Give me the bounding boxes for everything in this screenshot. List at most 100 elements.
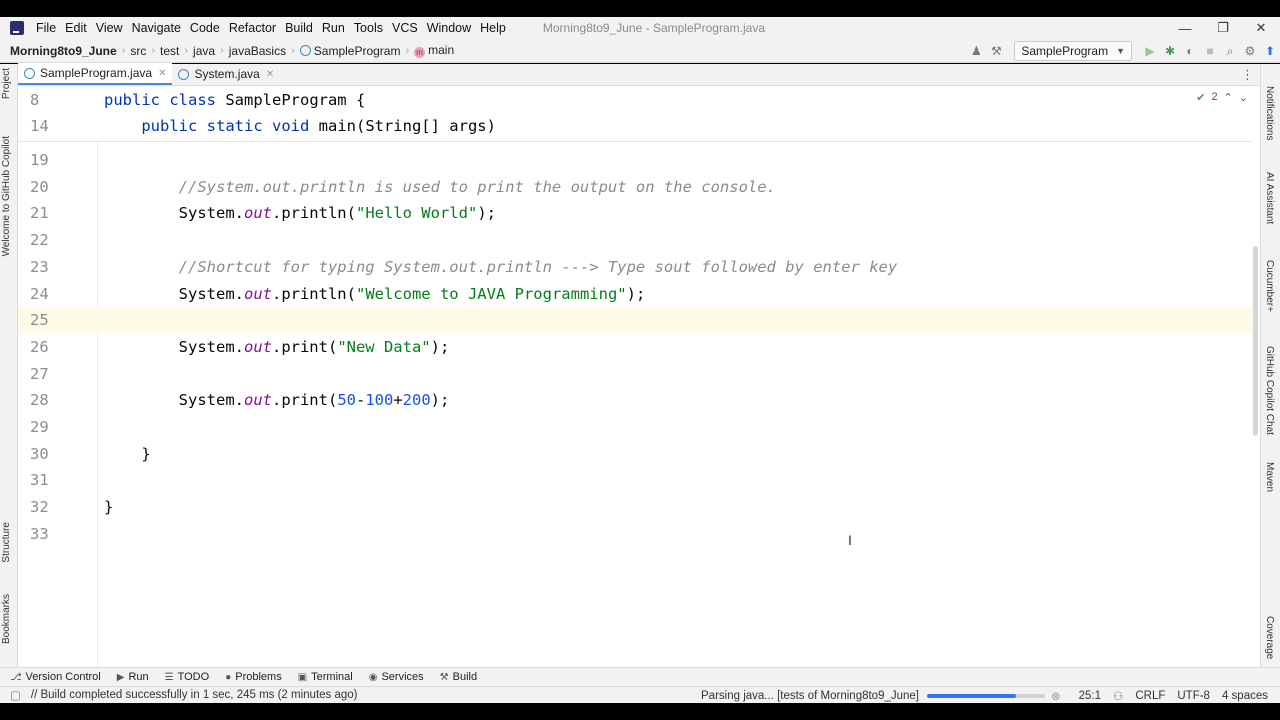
- tool-version-control[interactable]: ⎇ Version Control: [10, 671, 101, 683]
- line-number: 30: [30, 444, 49, 463]
- run-configuration-label: SampleProgram: [1021, 44, 1109, 58]
- update-icon[interactable]: ⬆: [1260, 44, 1280, 58]
- breadcrumb-test[interactable]: test: [160, 44, 179, 58]
- tab-sampleprogram[interactable]: SampleProgram.java ✕: [18, 63, 173, 85]
- tool-notifications[interactable]: Notifications: [1264, 86, 1275, 140]
- hammer-build-icon[interactable]: ⚒: [986, 44, 1006, 58]
- status-message[interactable]: // Build completed successfully in 1 sec…: [31, 689, 358, 701]
- code-token: public: [104, 91, 170, 109]
- tool-todo[interactable]: ☰ TODO: [165, 671, 210, 683]
- ide-window: File Edit View Navigate Code Refactor Bu…: [0, 0, 1280, 720]
- chevron-up-icon[interactable]: ⌃: [1224, 91, 1233, 104]
- code-editor[interactable]: 8 public class SampleProgram { 14 public s…: [18, 86, 1260, 667]
- debug-icon[interactable]: ✱: [1160, 44, 1180, 58]
- code-text: }: [104, 441, 150, 467]
- code-token: //System.out.println is used to print th…: [178, 177, 776, 196]
- chevron-down-icon[interactable]: ⌄: [1239, 91, 1248, 104]
- code-line: 8 public class SampleProgram {: [18, 87, 1253, 113]
- code-token: static: [206, 117, 272, 135]
- vertical-scrollbar[interactable]: [1253, 246, 1258, 436]
- tool-build[interactable]: ⚒ Build: [440, 671, 477, 683]
- tool-terminal[interactable]: ▣ Terminal: [298, 671, 353, 683]
- restore-button[interactable]: ❐: [1204, 17, 1242, 39]
- close-icon[interactable]: ✕: [158, 68, 166, 79]
- code-token: out: [243, 391, 272, 410]
- indent-setting[interactable]: 4 spaces: [1222, 690, 1268, 702]
- tool-services[interactable]: ◉ Services: [369, 671, 424, 683]
- line-number: 14: [30, 117, 49, 135]
- tool-run[interactable]: ▶ Run: [117, 671, 149, 683]
- menu-help[interactable]: Help: [480, 21, 506, 35]
- file-encoding[interactable]: UTF-8: [1177, 690, 1210, 702]
- problems-icon: ●: [225, 671, 232, 683]
- breadcrumb-src[interactable]: src: [130, 44, 146, 58]
- git-icon[interactable]: ⚇: [1113, 689, 1123, 703]
- code-token: out: [243, 337, 272, 356]
- menu-window[interactable]: Window: [427, 21, 471, 35]
- menu-build[interactable]: Build: [285, 21, 313, 35]
- code-token: .println(: [271, 204, 356, 223]
- code-line: 27: [18, 361, 1253, 387]
- left-tool-strip: Project Welcome to GitHub Copilot Struct…: [0, 64, 18, 667]
- tool-label: Run: [128, 671, 149, 683]
- caret-position[interactable]: 25:1: [1079, 690, 1101, 702]
- tool-maven[interactable]: Maven: [1264, 462, 1275, 492]
- tool-github-copilot-welcome[interactable]: Welcome to GitHub Copilot: [1, 136, 12, 256]
- code-token: +: [393, 391, 403, 410]
- stop-icon[interactable]: ■: [1200, 44, 1220, 58]
- bottom-tool-bar: ⎇ Version Control ▶ Run ☰ TODO ● Problems ▣ T…: [0, 667, 1280, 686]
- breadcrumb-method-label: main: [428, 43, 455, 57]
- breadcrumb-javabasics[interactable]: javaBasics: [229, 44, 286, 58]
- menu-run[interactable]: Run: [322, 21, 345, 35]
- breadcrumb-project[interactable]: Morning8to9_June: [10, 44, 117, 58]
- tool-structure[interactable]: Structure: [1, 522, 12, 563]
- line-separator[interactable]: CRLF: [1135, 690, 1165, 702]
- breadcrumb-method[interactable]: m main: [414, 43, 454, 58]
- intellij-logo-icon[interactable]: [10, 21, 24, 35]
- settings-icon[interactable]: ⚙: [1240, 44, 1260, 58]
- tool-ai-assistant[interactable]: AI Assistant: [1264, 172, 1275, 224]
- line-number: 22: [30, 231, 49, 250]
- code-token: class: [169, 91, 226, 109]
- tool-label: Build: [452, 671, 478, 683]
- tool-github-copilot-chat[interactable]: GitHub Copilot Chat: [1264, 346, 1275, 435]
- cancel-task-icon[interactable]: ⊗: [1051, 689, 1061, 703]
- coverage-icon[interactable]: ◐: [1180, 44, 1200, 58]
- panel-toggle-icon[interactable]: ▢: [10, 688, 21, 702]
- menu-view[interactable]: View: [96, 21, 123, 35]
- breadcrumb-class[interactable]: SampleProgram: [299, 44, 400, 58]
- code-line: 28 System.out.print(50-100+200);: [18, 387, 1253, 413]
- minimize-button[interactable]: —: [1166, 17, 1204, 39]
- code-text: System.out.println("Welcome to JAVA Prog…: [104, 281, 646, 307]
- close-window-button[interactable]: ✕: [1242, 17, 1280, 39]
- menu-edit[interactable]: Edit: [65, 21, 87, 35]
- menu-tools[interactable]: Tools: [354, 21, 383, 35]
- menu-vcs[interactable]: VCS: [392, 21, 418, 35]
- close-icon[interactable]: ✕: [266, 69, 274, 80]
- menu-refactor[interactable]: Refactor: [229, 21, 276, 35]
- breadcrumb-java[interactable]: java: [193, 44, 215, 58]
- menu-navigate[interactable]: Navigate: [132, 21, 181, 35]
- tool-coverage[interactable]: Coverage: [1264, 616, 1275, 659]
- chevron-down-icon: ▼: [1116, 46, 1125, 56]
- tool-bookmarks[interactable]: Bookmarks: [1, 594, 12, 644]
- tool-project[interactable]: Project: [1, 68, 12, 99]
- inspection-widget[interactable]: ✔ 2 ⌃ ⌄: [1196, 91, 1248, 104]
- run-configuration-select[interactable]: SampleProgram ▼: [1014, 41, 1132, 61]
- tool-problems[interactable]: ● Problems: [225, 671, 282, 683]
- search-icon[interactable]: ⌕: [1220, 44, 1240, 59]
- menu-code[interactable]: Code: [190, 21, 220, 35]
- line-number: 21: [30, 204, 49, 223]
- user-icon[interactable]: ♟: [966, 44, 986, 58]
- run-icon[interactable]: ▶: [1140, 44, 1160, 58]
- code-token: 100: [365, 391, 394, 410]
- background-task[interactable]: Parsing java... [tests of Morning8to9_Ju…: [701, 690, 919, 702]
- window-title: Morning8to9_June - SampleProgram.java: [542, 21, 765, 35]
- line-number: 26: [30, 337, 49, 356]
- more-tabs-icon[interactable]: ⋮: [1241, 67, 1254, 83]
- menu-file[interactable]: File: [36, 21, 56, 35]
- method-icon: m: [414, 47, 426, 58]
- tool-cucumber[interactable]: Cucumber+: [1264, 260, 1275, 312]
- tab-system[interactable]: System.java ✕: [172, 63, 280, 85]
